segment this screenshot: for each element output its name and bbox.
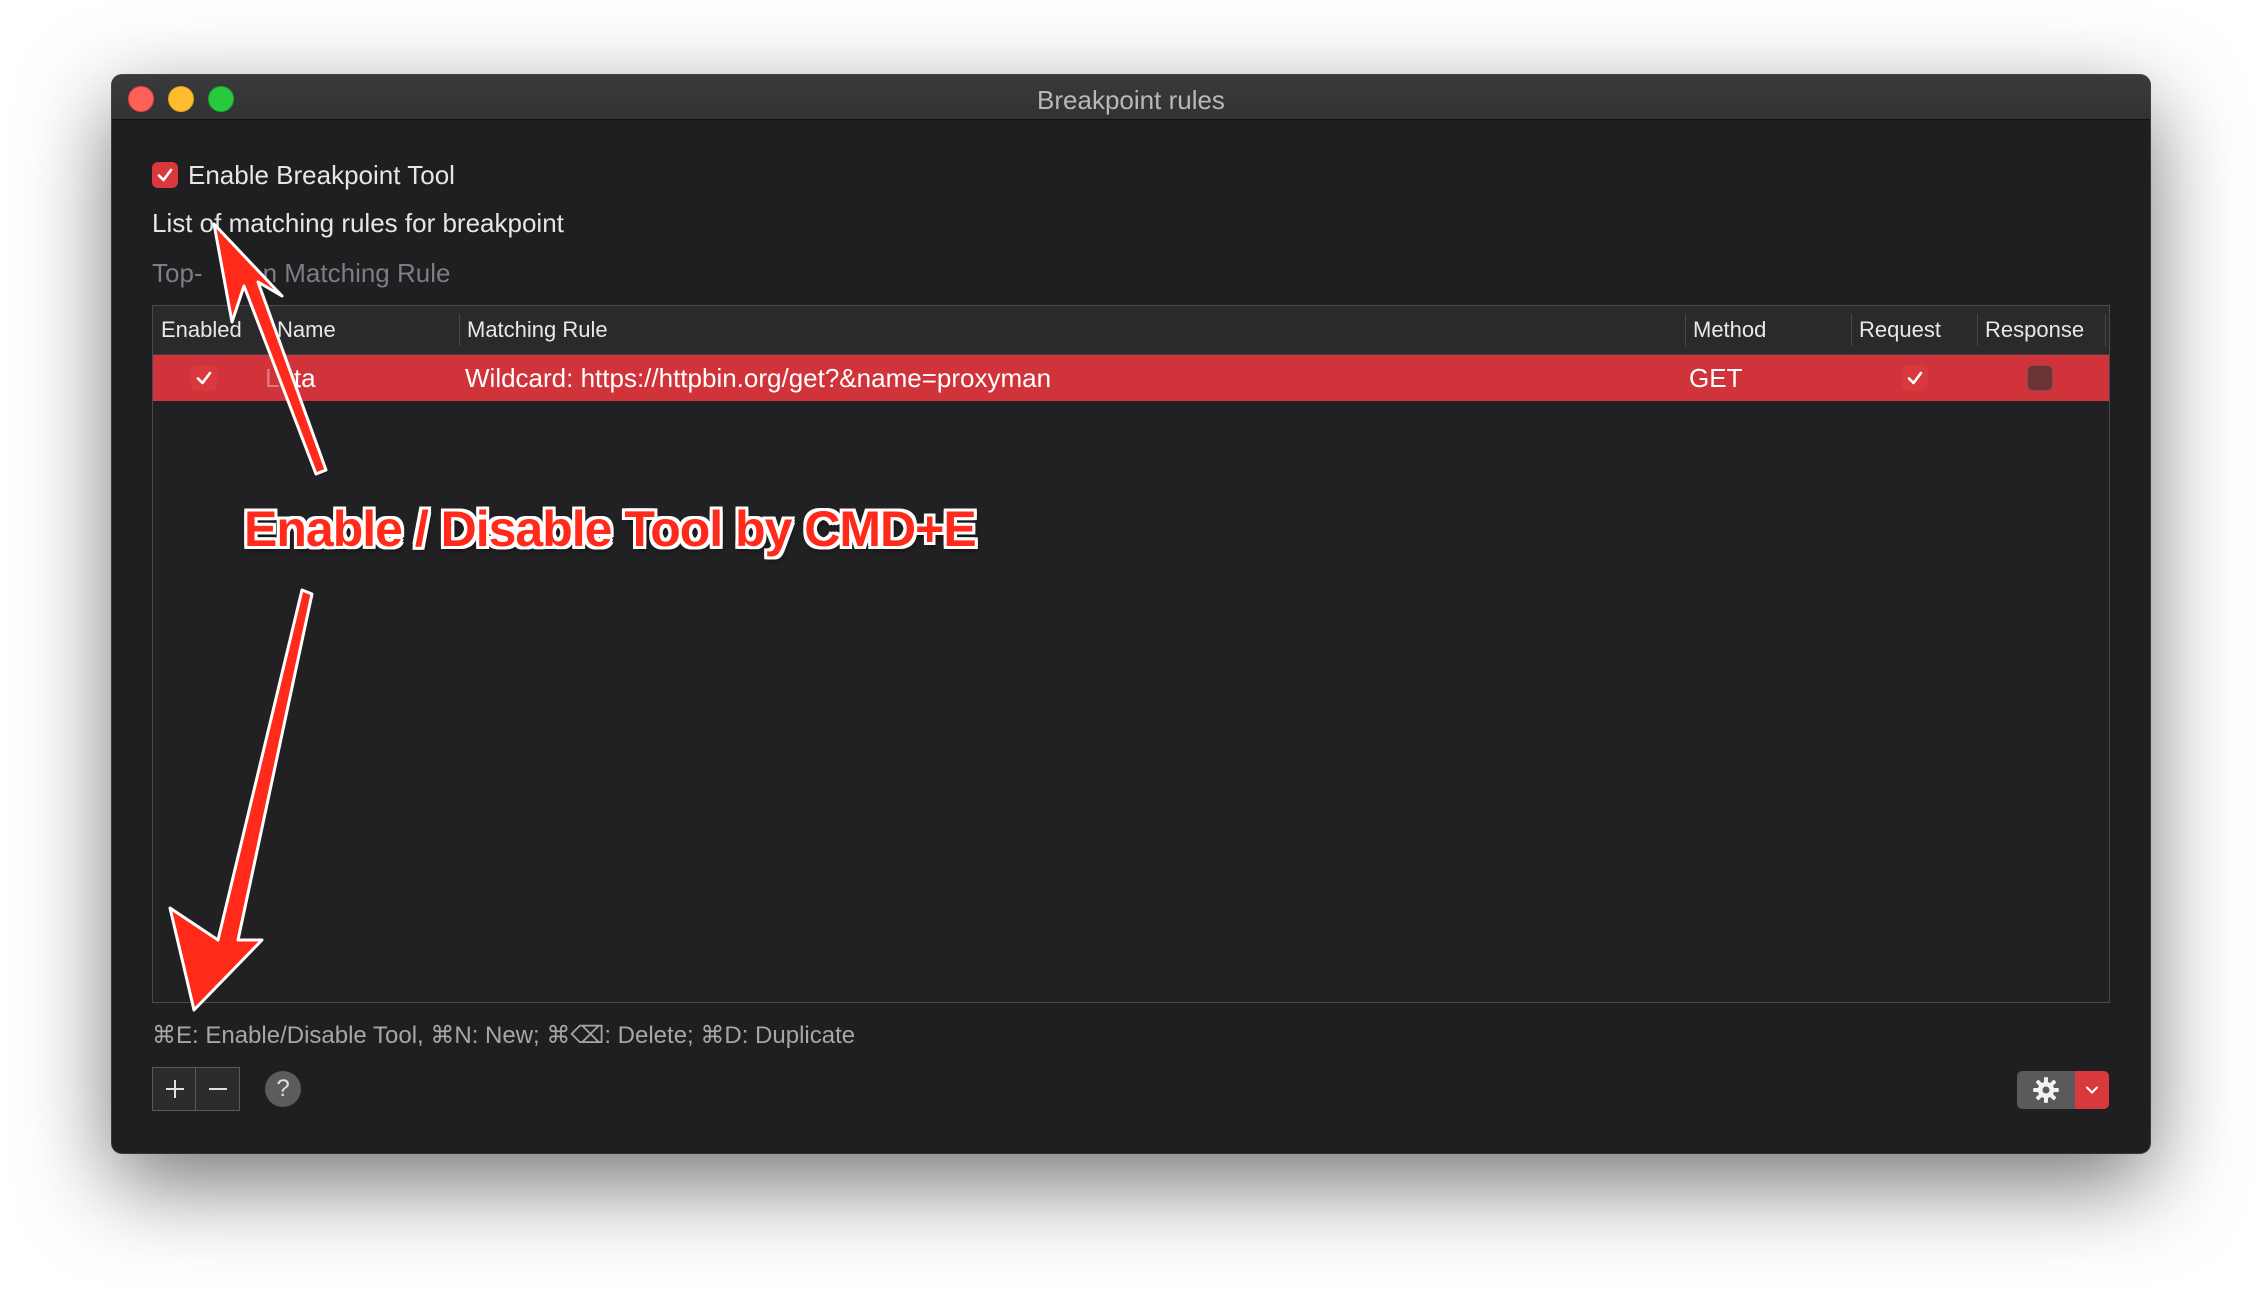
hint-text-end: n Matching Rule: [262, 258, 451, 288]
matching-rule-hint: Top-n Matching Rule: [152, 258, 450, 289]
annotation-caption: Enable / Disable Tool by CMD+E: [244, 501, 977, 557]
chevron-down-icon: [2086, 1086, 2098, 1094]
rules-table: Enabled Name Matching Rule Method Reques…: [152, 305, 2110, 1003]
column-header-enabled[interactable]: Enabled: [153, 306, 273, 354]
row-request-checkbox[interactable]: [1902, 365, 1928, 391]
row-matching-rule-cell: Wildcard: https://httpbin.org/get?&name=…: [465, 363, 1052, 393]
minus-icon: [208, 1088, 227, 1090]
plus-icon: [165, 1080, 184, 1098]
table-header: Enabled Name Matching Rule Method Reques…: [153, 306, 2109, 355]
checkmark-icon: [1907, 371, 1923, 385]
column-header-method[interactable]: Method: [1685, 306, 1851, 354]
column-header-response[interactable]: Response: [1977, 306, 2105, 354]
remove-rule-button[interactable]: [196, 1068, 239, 1110]
window-title: Breakpoint rules: [1037, 85, 1225, 115]
checkmark-icon: [157, 168, 173, 182]
title-bar: Breakpoint rules: [112, 75, 2150, 120]
row-enabled-checkbox[interactable]: [191, 365, 217, 391]
breakpoint-rules-window: Breakpoint rules Enable Breakpoint Tool …: [112, 75, 2150, 1153]
enable-tool-label[interactable]: Enable Breakpoint Tool: [188, 160, 455, 191]
add-remove-button-group: [152, 1067, 240, 1111]
shortcuts-hint: ⌘E: Enable/Disable Tool, ⌘N: New; ⌘⌫: De…: [152, 1022, 856, 1049]
rules-list-heading: List of matching rules for breakpoint: [152, 208, 564, 238]
settings-button[interactable]: [2017, 1071, 2075, 1109]
add-rule-button[interactable]: [153, 1068, 196, 1110]
column-header-matching-rule[interactable]: Matching Rule: [459, 306, 1685, 354]
row-name-visible: ata: [279, 363, 316, 393]
column-header-request[interactable]: Request: [1851, 306, 1977, 354]
column-header-name[interactable]: Name: [269, 306, 459, 354]
row-name-partial: L: [265, 363, 280, 393]
gear-icon: [2033, 1077, 2059, 1103]
row-response-checkbox[interactable]: [2027, 365, 2053, 391]
row-name-cell: Lata: [265, 355, 316, 401]
settings-dropdown-button[interactable]: [2075, 1071, 2109, 1109]
checkmark-icon: [196, 371, 212, 385]
hint-text-start: Top-: [152, 258, 203, 288]
row-method-cell: GET: [1689, 363, 1743, 393]
enable-tool-checkbox[interactable]: [152, 162, 178, 188]
help-button[interactable]: ?: [265, 1071, 301, 1107]
column-separator: [2105, 314, 2106, 346]
table-row[interactable]: Lata Wildcard: https://httpbin.org/get?&…: [153, 355, 2109, 401]
